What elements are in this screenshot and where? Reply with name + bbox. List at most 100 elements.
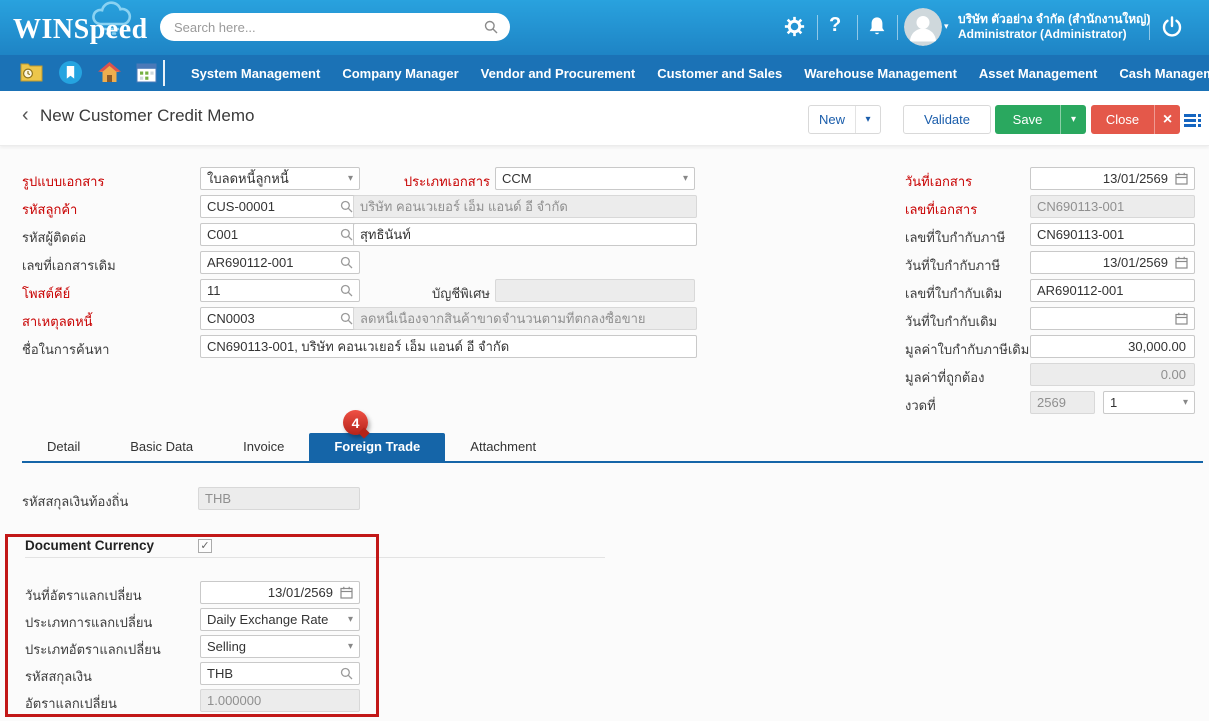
tab-detail[interactable]: Detail <box>22 433 105 461</box>
new-dropdown-arrow[interactable]: ▾ <box>855 106 880 133</box>
chevron-down-icon[interactable]: ▾ <box>348 174 353 184</box>
settings-gear-icon[interactable] <box>784 16 805 37</box>
orig-invoice-amount-field[interactable] <box>1030 335 1195 358</box>
label-exchange-kind: ประเภทการแลกเปลี่ยน <box>25 612 152 633</box>
logout-power-icon[interactable] <box>1160 15 1184 39</box>
app-logo[interactable]: WINSpeed <box>13 14 148 46</box>
orig-doc-no-input[interactable] <box>207 255 340 270</box>
new-button[interactable]: New ▾ <box>808 105 881 134</box>
calendar-icon[interactable] <box>1175 172 1188 185</box>
divider <box>897 15 898 40</box>
exchange-date-field[interactable] <box>200 581 360 604</box>
list-menu-icon[interactable] <box>1184 114 1196 129</box>
nav-item-asset-management[interactable]: Asset Management <box>979 66 1097 81</box>
post-key-input[interactable] <box>207 283 340 298</box>
calendar-icon[interactable] <box>1175 312 1188 325</box>
global-search <box>160 13 510 41</box>
chevron-down-icon[interactable]: ▾ <box>348 642 353 652</box>
rate-type-select[interactable]: Selling ▾ <box>200 635 360 658</box>
help-icon[interactable]: ? <box>829 14 841 37</box>
currency-code-input[interactable] <box>207 666 340 681</box>
search-input[interactable] <box>174 20 484 35</box>
post-key-field[interactable] <box>200 279 360 302</box>
tax-invoice-date-input[interactable] <box>1037 255 1170 270</box>
nav-item-system-management[interactable]: System Management <box>191 66 320 81</box>
credit-reason-field[interactable] <box>200 307 360 330</box>
validate-button[interactable]: Validate <box>903 105 991 134</box>
user-avatar[interactable] <box>904 8 942 46</box>
home-icon[interactable] <box>98 62 121 83</box>
save-button[interactable]: Save ▾ <box>995 105 1086 134</box>
orig-invoice-no-field[interactable] <box>1030 279 1195 302</box>
orig-doc-no-field[interactable] <box>200 251 360 274</box>
user-role: Administrator (Administrator) <box>958 27 1150 42</box>
tax-invoice-no-field[interactable] <box>1030 223 1195 246</box>
local-currency-field <box>198 487 360 510</box>
credit-reason-input[interactable] <box>207 311 340 326</box>
new-button-label[interactable]: New <box>809 106 855 133</box>
search-icon[interactable] <box>340 228 353 241</box>
user-menu-chevron-icon[interactable]: ▾ <box>944 21 949 32</box>
search-name-input[interactable] <box>207 339 690 354</box>
calendar-icon[interactable] <box>1175 256 1188 269</box>
customer-code-field[interactable] <box>200 195 360 218</box>
chevron-down-icon[interactable]: ▾ <box>1183 398 1188 408</box>
nav-item-company-manager[interactable]: Company Manager <box>342 66 458 81</box>
search-icon[interactable] <box>340 256 353 269</box>
exchange-date-input[interactable] <box>207 585 335 600</box>
chevron-down-icon[interactable]: ▾ <box>348 615 353 625</box>
currency-code-field[interactable] <box>200 662 360 685</box>
search-icon[interactable] <box>340 200 353 213</box>
tax-invoice-no-input[interactable] <box>1037 227 1188 242</box>
period-year-input <box>1037 395 1088 410</box>
winspeed-app: WINSpeed ? <box>0 0 1209 721</box>
notifications-bell-icon[interactable] <box>867 15 887 38</box>
contact-code-field[interactable] <box>200 223 360 246</box>
save-dropdown-arrow[interactable]: ▾ <box>1060 105 1086 134</box>
orig-invoice-amount-input[interactable] <box>1037 339 1188 354</box>
orig-invoice-date-input[interactable] <box>1037 311 1170 326</box>
search-icon[interactable] <box>340 667 353 680</box>
doc-date-field[interactable] <box>1030 167 1195 190</box>
calendar-planner-icon[interactable] <box>136 62 157 83</box>
calendar-icon[interactable] <box>340 586 353 599</box>
search-name-field[interactable] <box>200 335 697 358</box>
tab-invoice[interactable]: Invoice <box>218 433 309 461</box>
nav-item-customer-sales[interactable]: Customer and Sales <box>657 66 782 81</box>
search-icon[interactable] <box>340 312 353 325</box>
close-x-icon[interactable]: × <box>1154 105 1180 134</box>
close-button[interactable]: Close × <box>1091 105 1180 134</box>
orig-invoice-date-field[interactable] <box>1030 307 1195 330</box>
tab-attachment[interactable]: Attachment <box>445 433 561 461</box>
tab-basic-data[interactable]: Basic Data <box>105 433 218 461</box>
nav-item-cash-management[interactable]: Cash Management <box>1119 66 1209 81</box>
document-currency-checkbox[interactable]: ✓ <box>198 539 212 553</box>
avatar-person-icon <box>904 8 942 46</box>
doc-date-input[interactable] <box>1037 171 1170 186</box>
doc-type-select[interactable]: CCM ▾ <box>495 167 695 190</box>
tax-invoice-date-field[interactable] <box>1030 251 1195 274</box>
user-info[interactable]: บริษัท ตัวอย่าง จำกัด (สำนักงานใหญ่) Adm… <box>958 12 1150 42</box>
bookmark-icon[interactable] <box>59 61 82 84</box>
back-chevron-icon[interactable]: ‹ <box>22 104 29 127</box>
contact-code-input[interactable] <box>207 227 340 242</box>
contact-name-input[interactable] <box>360 227 690 242</box>
nav-item-vendor-procurement[interactable]: Vendor and Procurement <box>481 66 636 81</box>
credit-reason-desc-input <box>360 311 690 326</box>
orig-invoice-no-input[interactable] <box>1037 283 1188 298</box>
label-search-name: ชื่อในการค้นหา <box>22 339 109 360</box>
recent-history-folder-icon[interactable] <box>20 62 43 82</box>
doc-format-select[interactable]: ใบลดหนี้ลูกหนี้ ▾ <box>200 167 360 190</box>
save-button-label[interactable]: Save <box>995 105 1060 134</box>
customer-name-field <box>353 195 697 218</box>
chevron-down-icon[interactable]: ▾ <box>683 174 688 184</box>
close-button-label[interactable]: Close <box>1091 105 1154 134</box>
tab-foreign-trade[interactable]: Foreign Trade <box>309 433 445 461</box>
customer-code-input[interactable] <box>207 199 340 214</box>
contact-name-field[interactable] <box>353 223 697 246</box>
nav-item-warehouse-management[interactable]: Warehouse Management <box>804 66 957 81</box>
search-icon[interactable] <box>340 284 353 297</box>
period-no-select[interactable]: 1 ▾ <box>1103 391 1195 414</box>
search-icon[interactable] <box>484 20 498 34</box>
exchange-kind-select[interactable]: Daily Exchange Rate ▾ <box>200 608 360 631</box>
